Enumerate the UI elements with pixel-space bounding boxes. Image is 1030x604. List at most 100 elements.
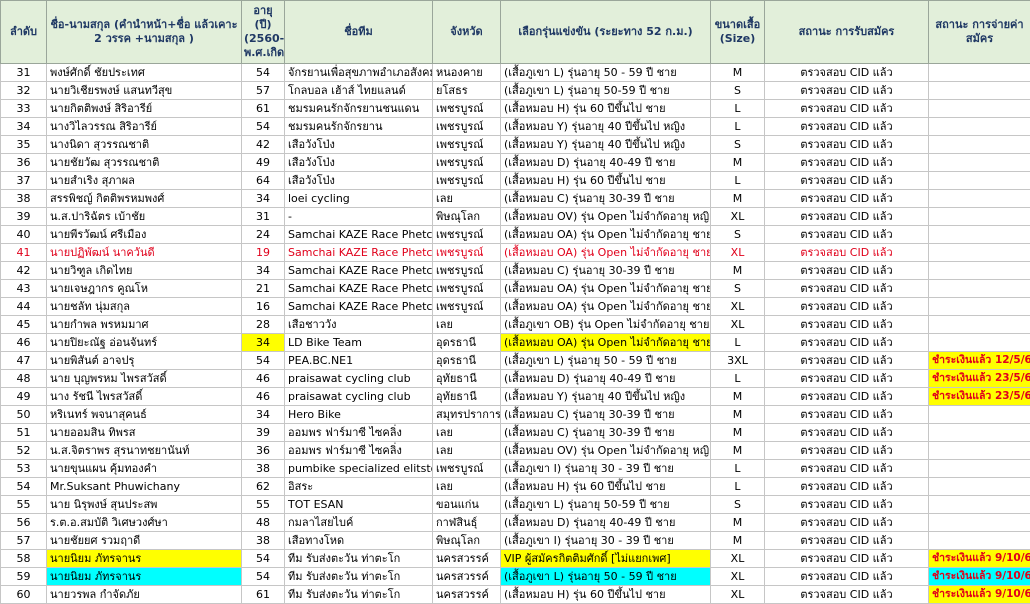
cell-no[interactable]: 42 xyxy=(1,262,47,280)
cell-size[interactable]: L xyxy=(711,118,765,136)
cell-size[interactable]: M xyxy=(711,424,765,442)
cell-payment[interactable] xyxy=(929,406,1030,424)
cell-age[interactable]: 54 xyxy=(242,64,285,82)
cell-category[interactable]: (เสื้อหมอบ C) รุ่นอายุ 30-39 ปี ชาย xyxy=(501,262,711,280)
cell-name[interactable]: นายปฏิพัฒน์ นาควันดี xyxy=(47,244,242,262)
cell-team[interactable]: Samchai KAZE Race Phetcha xyxy=(285,280,433,298)
cell-province[interactable]: พิษณุโลก xyxy=(433,532,501,550)
cell-size[interactable]: 3XL xyxy=(711,352,765,370)
cell-payment[interactable] xyxy=(929,478,1030,496)
cell-name[interactable]: นายพีรวัฒน์ ศรีเมือง xyxy=(47,226,242,244)
cell-name[interactable]: นายขุนแผน คุ้มทองคำ xyxy=(47,460,242,478)
cell-name[interactable]: นายกำพล พรหมมาศ xyxy=(47,316,242,334)
cell-size[interactable]: S xyxy=(711,82,765,100)
cell-payment[interactable] xyxy=(929,424,1030,442)
cell-size[interactable]: S xyxy=(711,136,765,154)
cell-payment[interactable]: ชำระเงินแล้ว 9/10/60 xyxy=(929,586,1030,604)
header-payment[interactable]: สถานะ การจ่ายค่าสมัคร xyxy=(929,1,1030,64)
cell-payment[interactable] xyxy=(929,154,1030,172)
cell-province[interactable]: อุดรธานี xyxy=(433,334,501,352)
cell-payment[interactable] xyxy=(929,514,1030,532)
cell-name[interactable]: นายชัยวัฒ สุวรรณชาติ xyxy=(47,154,242,172)
header-no[interactable]: ลำดับ xyxy=(1,1,47,64)
cell-no[interactable]: 34 xyxy=(1,118,47,136)
cell-age[interactable]: 46 xyxy=(242,370,285,388)
cell-age[interactable]: 54 xyxy=(242,568,285,586)
cell-province[interactable]: เพชรบูรณ์ xyxy=(433,118,501,136)
cell-no[interactable]: 58 xyxy=(1,550,47,568)
cell-status[interactable]: ตรวจสอบ CID แล้ว xyxy=(765,532,929,550)
cell-team[interactable]: โกลบอล เฮ้าส์ ไทยแลนด์ xyxy=(285,82,433,100)
cell-status[interactable]: ตรวจสอบ CID แล้ว xyxy=(765,244,929,262)
cell-status[interactable]: ตรวจสอบ CID แล้ว xyxy=(765,64,929,82)
cell-size[interactable]: XL xyxy=(711,550,765,568)
cell-payment[interactable] xyxy=(929,64,1030,82)
cell-age[interactable]: 42 xyxy=(242,136,285,154)
cell-name[interactable]: นายปิยะณัฐ อ่อนจันทร์ xyxy=(47,334,242,352)
cell-payment[interactable] xyxy=(929,118,1030,136)
cell-size[interactable]: M xyxy=(711,190,765,208)
cell-no[interactable]: 44 xyxy=(1,298,47,316)
cell-no[interactable]: 36 xyxy=(1,154,47,172)
cell-age[interactable]: 38 xyxy=(242,532,285,550)
cell-age[interactable]: 34 xyxy=(242,334,285,352)
cell-status[interactable]: ตรวจสอบ CID แล้ว xyxy=(765,100,929,118)
cell-category[interactable]: (เสื้อหมอบ OV) รุ่น Open ไม่จำกัดอายุ หญ… xyxy=(501,442,711,460)
cell-name[interactable]: นายชลัท นุ่มสกุล xyxy=(47,298,242,316)
cell-category[interactable]: (เสื้อหมอบ D) รุ่นอายุ 40-49 ปี ชาย xyxy=(501,370,711,388)
cell-age[interactable]: 61 xyxy=(242,100,285,118)
cell-province[interactable]: อุทัยธานี xyxy=(433,370,501,388)
cell-team[interactable]: Samchai KAZE Race Phetcha xyxy=(285,298,433,316)
cell-status[interactable]: ตรวจสอบ CID แล้ว xyxy=(765,424,929,442)
cell-status[interactable]: ตรวจสอบ CID แล้ว xyxy=(765,388,929,406)
cell-no[interactable]: 48 xyxy=(1,370,47,388)
cell-category[interactable]: (เสื้อหมอบ H) รุ่น 60 ปีขึ้นไป ชาย xyxy=(501,586,711,604)
cell-category[interactable]: (เสื้อหมอบ Y) รุ่นอายุ 40 ปีขึ้นไป หญิง xyxy=(501,136,711,154)
cell-name[interactable]: นายนิยม ภัทรจานร xyxy=(47,568,242,586)
cell-no[interactable]: 60 xyxy=(1,586,47,604)
cell-team[interactable]: ทีม รับส่งตะวัน ท่าตะโก xyxy=(285,550,433,568)
cell-no[interactable]: 50 xyxy=(1,406,47,424)
cell-status[interactable]: ตรวจสอบ CID แล้ว xyxy=(765,298,929,316)
cell-age[interactable]: 16 xyxy=(242,298,285,316)
cell-no[interactable]: 59 xyxy=(1,568,47,586)
cell-name[interactable]: นายชัยยศ รวมฤาดี xyxy=(47,532,242,550)
cell-size[interactable]: S xyxy=(711,496,765,514)
cell-name[interactable]: นายสำเริง สุภาผล xyxy=(47,172,242,190)
cell-age[interactable]: 34 xyxy=(242,190,285,208)
cell-no[interactable]: 56 xyxy=(1,514,47,532)
cell-team[interactable]: Samchai KAZE Race Phetcha xyxy=(285,226,433,244)
cell-province[interactable]: สมุทรปราการ xyxy=(433,406,501,424)
cell-age[interactable]: 39 xyxy=(242,424,285,442)
cell-size[interactable]: XL xyxy=(711,316,765,334)
cell-team[interactable]: Samchai KAZE Race Phetcha xyxy=(285,262,433,280)
cell-age[interactable]: 31 xyxy=(242,208,285,226)
cell-category[interactable]: (เสื้อหมอบ D) รุ่นอายุ 40-49 ปี ชาย xyxy=(501,154,711,172)
cell-status[interactable]: ตรวจสอบ CID แล้ว xyxy=(765,442,929,460)
cell-size[interactable]: M xyxy=(711,262,765,280)
cell-name[interactable]: นายกิตติพงษ์ สิริอารีย์ xyxy=(47,100,242,118)
cell-province[interactable]: เลย xyxy=(433,478,501,496)
cell-status[interactable]: ตรวจสอบ CID แล้ว xyxy=(765,334,929,352)
cell-payment[interactable] xyxy=(929,262,1030,280)
cell-age[interactable]: 34 xyxy=(242,406,285,424)
header-status[interactable]: สถานะ การรับสมัคร xyxy=(765,1,929,64)
cell-payment[interactable] xyxy=(929,460,1030,478)
cell-age[interactable]: 28 xyxy=(242,316,285,334)
cell-province[interactable]: เพชรบูรณ์ xyxy=(433,100,501,118)
cell-team[interactable]: ออมพร ฟาร์มาซี ไซคลิ่ง xyxy=(285,424,433,442)
cell-name[interactable]: น.ส.ปาริฉัตร เบ้าชัย xyxy=(47,208,242,226)
cell-category[interactable]: (เสื้อหมอบ OA) รุ่น Open ไม่จำกัดอายุ ชา… xyxy=(501,226,711,244)
cell-size[interactable]: S xyxy=(711,226,765,244)
cell-no[interactable]: 52 xyxy=(1,442,47,460)
cell-name[interactable]: ร.ต.อ.สมบัติ วิเศษวงศ์ษา xyxy=(47,514,242,532)
cell-no[interactable]: 49 xyxy=(1,388,47,406)
cell-age[interactable]: 61 xyxy=(242,586,285,604)
cell-size[interactable]: XL xyxy=(711,298,765,316)
cell-payment[interactable] xyxy=(929,316,1030,334)
cell-category[interactable]: (เสื้อภูเขา L) รุ่นอายุ 50 - 59 ปี ชาย xyxy=(501,352,711,370)
cell-size[interactable]: XL xyxy=(711,208,765,226)
cell-payment[interactable] xyxy=(929,226,1030,244)
cell-name[interactable]: หริเนทร์ พจนาสุคนธ์ xyxy=(47,406,242,424)
cell-size[interactable]: L xyxy=(711,478,765,496)
